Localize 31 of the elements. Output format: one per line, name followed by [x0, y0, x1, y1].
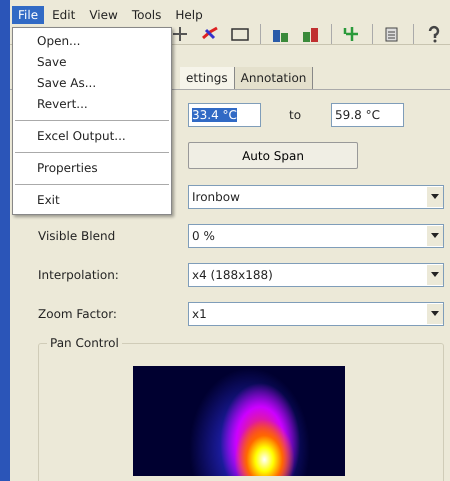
tab[interactable]: ettings [180, 67, 235, 89]
menu-item[interactable]: Properties [13, 158, 171, 179]
field-label: Zoom Factor: [38, 306, 118, 320]
menu-item[interactable]: Revert... [13, 94, 171, 115]
dropdown-arrow-icon [431, 194, 439, 199]
menu-item[interactable]: Help [169, 6, 209, 24]
dropdown-arrow-icon [431, 233, 439, 238]
menu-item[interactable]: Save As... [13, 73, 171, 94]
input-field[interactable]: 59.8 °C [331, 103, 404, 127]
menu-item[interactable]: File [12, 6, 44, 24]
tab[interactable]: Annotation [234, 67, 314, 89]
menu-item[interactable]: View [83, 6, 124, 24]
range-label: to [289, 108, 302, 122]
field-label: Interpolation: [38, 268, 120, 282]
field-label: Visible Blend [38, 228, 116, 242]
dropdown-arrow-icon [431, 311, 439, 316]
dropdown[interactable]: x4 (188x188) [188, 262, 444, 286]
thermal-image[interactable] [133, 366, 345, 476]
dropdown-arrow-icon [431, 272, 439, 277]
input-field[interactable]: 33.4 °C [188, 103, 261, 127]
group-title: Pan Control [47, 336, 122, 350]
menu-item[interactable]: Edit [46, 6, 82, 24]
menu-item[interactable]: Save [13, 52, 171, 73]
menu-item[interactable]: Exit [13, 190, 171, 211]
dropdown[interactable]: Ironbow [188, 184, 444, 208]
dropdown[interactable]: 0 % [188, 224, 444, 248]
menu-item[interactable]: Excel Output... [13, 126, 171, 147]
menu-item[interactable]: Open... [13, 31, 171, 52]
menu-item[interactable]: Tools [126, 6, 168, 24]
auto-span-button[interactable]: Auto Span [188, 142, 358, 169]
dropdown[interactable]: x1 [188, 302, 444, 326]
